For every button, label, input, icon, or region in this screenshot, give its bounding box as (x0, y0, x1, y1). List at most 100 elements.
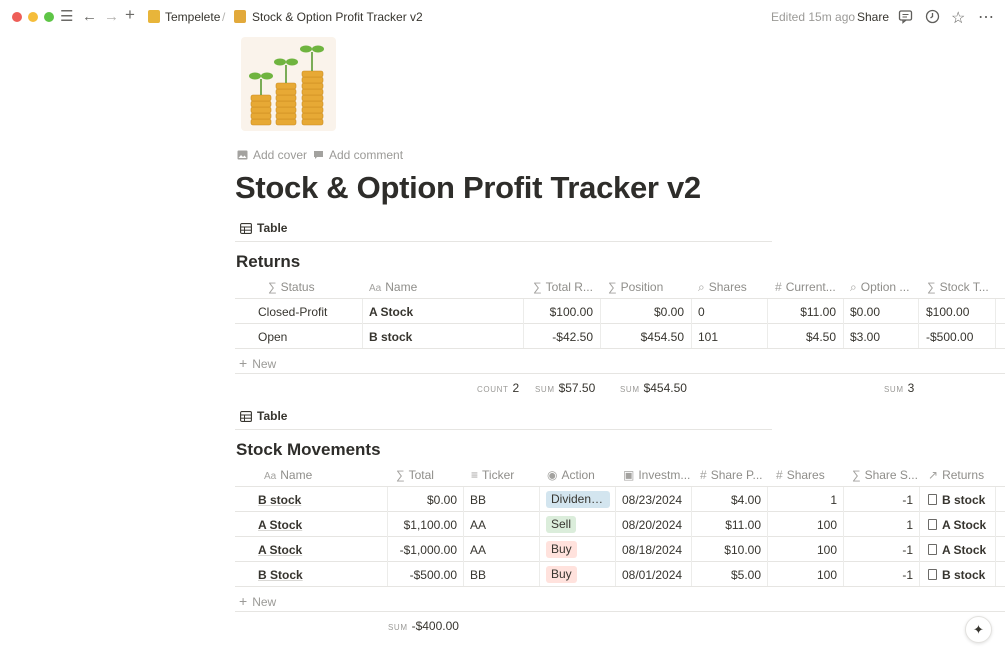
col-position[interactable]: ∑ Position (608, 280, 688, 294)
cell-share-price[interactable]: $5.00 (693, 568, 761, 582)
cell-share-price[interactable]: $11.00 (693, 518, 761, 532)
relation-link[interactable]: A Stock (942, 518, 986, 532)
share-button[interactable]: Share (857, 10, 889, 24)
col-investment-date[interactable]: ▣ Investm... (623, 468, 693, 482)
col-total[interactable]: ∑ Total (396, 468, 461, 482)
col-status[interactable]: ∑ Status (268, 280, 358, 294)
col-shares[interactable]: ⌕ Shares (698, 280, 763, 295)
cell-share-price[interactable]: $10.00 (693, 543, 761, 557)
cell-returns-relation[interactable]: A Stock (928, 543, 998, 557)
cell-share-sign[interactable]: -1 (845, 543, 913, 557)
relation-link[interactable]: A Stock (942, 543, 986, 557)
col-share-price[interactable]: # Share P... (700, 468, 770, 482)
cell-shares[interactable]: 1 (769, 493, 837, 507)
cell-current[interactable]: $11.00 (769, 305, 836, 319)
returns-sum-position-footer[interactable]: SUM $454.50 (620, 381, 687, 395)
returns-sum-shares-footer[interactable]: SUM 3 (884, 381, 914, 395)
more-options-icon[interactable]: ⋯ (978, 7, 994, 27)
cell-position[interactable]: $454.50 (602, 330, 684, 344)
movements-new-row-button[interactable]: + New (239, 593, 276, 609)
cell-share-price[interactable]: $4.00 (693, 493, 761, 507)
cell-investment-date[interactable]: 08/01/2024 (622, 568, 690, 582)
returns-new-row-button[interactable]: + New (239, 355, 276, 371)
cell-name[interactable]: A Stock (258, 543, 383, 557)
col-returns-relation[interactable]: ↗ Returns (928, 468, 998, 482)
history-clock-icon[interactable] (925, 9, 940, 28)
cell-stock-total[interactable]: $100.00 (926, 305, 991, 319)
back-arrow-icon[interactable]: ← (82, 9, 97, 25)
cell-total[interactable]: $1,100.00 (389, 518, 457, 532)
cell-option[interactable]: $3.00 (850, 330, 915, 344)
cell-action[interactable]: Buy (546, 566, 614, 586)
cell-investment-date[interactable]: 08/18/2024 (622, 543, 690, 557)
ai-sparkle-button[interactable]: ✦ (965, 616, 992, 643)
cell-returns-relation[interactable]: B stock (928, 568, 998, 582)
cell-name[interactable]: B stock (258, 493, 383, 507)
cell-option[interactable]: $0.00 (850, 305, 915, 319)
cell-ticker[interactable]: AA (470, 543, 535, 557)
col-stock-total[interactable]: ∑ Stock T... (927, 280, 992, 294)
relation-link[interactable]: B stock (942, 493, 985, 507)
cell-returns-relation[interactable]: B stock (928, 493, 998, 507)
cell-returns-relation[interactable]: A Stock (928, 518, 998, 532)
cell-status[interactable]: Closed-Profit (258, 305, 358, 319)
col-name[interactable]: Aa Name (369, 280, 519, 294)
cell-stock-total[interactable]: -$500.00 (926, 330, 991, 344)
col-ticker[interactable]: ≡ Ticker (471, 468, 536, 482)
cell-name[interactable]: B Stock (258, 568, 383, 582)
cell-status[interactable]: Open (258, 330, 358, 344)
add-comment-button[interactable]: Add comment (313, 148, 403, 162)
breadcrumb-page[interactable]: Stock & Option Profit Tracker v2 (252, 10, 423, 24)
breadcrumb-workspace[interactable]: Tempelete (165, 10, 220, 24)
returns-view-tab[interactable]: Table (240, 221, 287, 235)
cell-total-returns[interactable]: -$42.50 (525, 330, 593, 344)
cell-name[interactable]: A Stock (369, 305, 519, 319)
cell-shares[interactable]: 100 (769, 543, 837, 557)
cell-ticker[interactable]: BB (470, 493, 535, 507)
cell-shares[interactable]: 100 (769, 568, 837, 582)
cell-ticker[interactable]: AA (470, 518, 535, 532)
close-window-button[interactable] (12, 12, 22, 22)
returns-count-footer[interactable]: COUNT 2 (477, 381, 519, 395)
returns-sum-total-footer[interactable]: SUM $57.50 (535, 381, 595, 395)
cell-action[interactable]: Buy (546, 541, 614, 561)
col-option[interactable]: ⌕ Option ... (850, 280, 915, 295)
movements-view-tab[interactable]: Table (240, 409, 287, 423)
minimize-window-button[interactable] (28, 12, 38, 22)
cell-current[interactable]: $4.50 (769, 330, 836, 344)
cell-share-sign[interactable]: -1 (845, 493, 913, 507)
cell-investment-date[interactable]: 08/20/2024 (622, 518, 690, 532)
cell-shares[interactable]: 101 (698, 330, 763, 344)
relation-link[interactable]: B stock (942, 568, 985, 582)
comments-icon[interactable] (898, 9, 913, 28)
cell-total[interactable]: -$500.00 (389, 568, 457, 582)
movements-sum-total-footer[interactable]: SUM -$400.00 (388, 619, 459, 633)
returns-title[interactable]: Returns (236, 252, 300, 272)
cell-share-sign[interactable]: 1 (845, 518, 913, 532)
new-page-plus-icon[interactable]: + (125, 6, 135, 23)
movements-title[interactable]: Stock Movements (236, 440, 381, 460)
cell-investment-date[interactable]: 08/23/2024 (622, 493, 690, 507)
col-total-returns[interactable]: ∑ Total R... (533, 280, 598, 294)
page-icon-coins[interactable] (241, 37, 336, 131)
cell-action[interactable]: Sell (546, 516, 614, 536)
page-title[interactable]: Stock & Option Profit Tracker v2 (235, 170, 701, 206)
cell-total[interactable]: -$1,000.00 (389, 543, 457, 557)
col-shares[interactable]: # Shares (776, 468, 841, 482)
favorite-star-icon[interactable]: ☆ (951, 8, 965, 28)
maximize-window-button[interactable] (44, 12, 54, 22)
col-name[interactable]: Aa Name (264, 468, 384, 482)
col-current[interactable]: # Current... (775, 280, 840, 294)
add-cover-button[interactable]: Add cover (237, 148, 307, 162)
cell-total[interactable]: $0.00 (389, 493, 457, 507)
cell-share-sign[interactable]: -1 (845, 568, 913, 582)
cell-shares[interactable]: 100 (769, 518, 837, 532)
cell-total-returns[interactable]: $100.00 (525, 305, 593, 319)
forward-arrow-icon[interactable]: → (104, 9, 119, 25)
cell-shares[interactable]: 0 (698, 305, 763, 319)
cell-ticker[interactable]: BB (470, 568, 535, 582)
cell-name[interactable]: B stock (369, 330, 519, 344)
cell-name[interactable]: A Stock (258, 518, 383, 532)
col-share-sign[interactable]: ∑ Share S... (852, 468, 920, 482)
cell-action[interactable]: Dividend ... (546, 491, 614, 511)
